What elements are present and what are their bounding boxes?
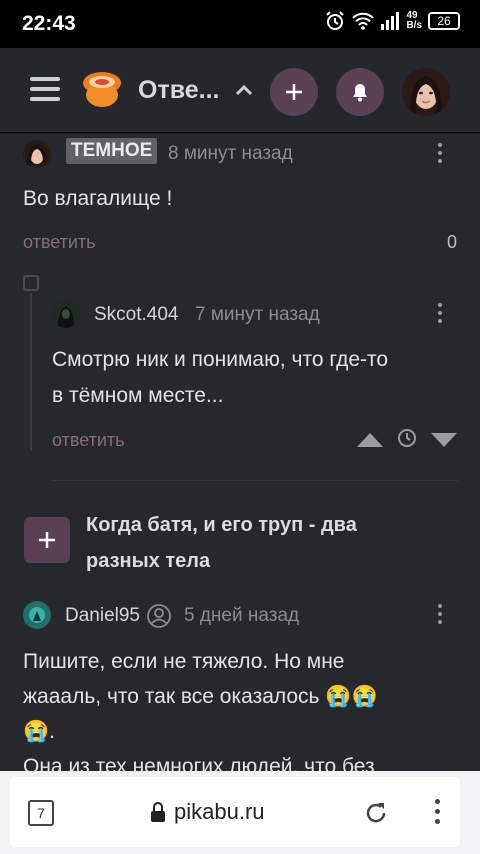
reply-link[interactable]: ответить (52, 430, 125, 451)
more-options-icon[interactable] (437, 604, 443, 628)
comment-text-line: Пишите, если не тяжело. Но мне (23, 650, 345, 673)
url-text[interactable]: pikabu.ru (174, 799, 265, 825)
status-icons: 49 B/s 26 (324, 10, 460, 32)
comment-text-line: Смотрю ник и понимаю, что где-то (52, 348, 389, 371)
comment-time: 8 минут назад (168, 143, 293, 164)
plus-icon (286, 84, 302, 100)
username-tag[interactable]: ТЕМНОЕ (66, 138, 158, 164)
comment-time: 7 минут назад (195, 304, 320, 325)
divider (52, 480, 458, 481)
comment-text-line: 😭. (23, 720, 55, 743)
post-title-link[interactable]: Когда батя, и его труп - два разных тела (86, 507, 416, 579)
comment-avatar[interactable] (23, 140, 51, 168)
downvote-icon[interactable] (429, 431, 459, 449)
more-options-icon[interactable] (437, 303, 443, 327)
notifications-button[interactable] (336, 68, 384, 116)
status-time: 22:43 (22, 12, 76, 35)
add-post-button[interactable] (270, 68, 318, 116)
upvote-icon[interactable] (355, 431, 385, 449)
post-title-line: Когда батя, и его труп - два (86, 514, 357, 536)
comment-time: 5 дней назад (184, 605, 300, 626)
bell-icon (353, 84, 367, 102)
user-avatar[interactable] (402, 68, 450, 116)
clock-icon (398, 429, 416, 447)
wifi-icon (352, 12, 375, 30)
more-options-icon[interactable] (437, 143, 443, 167)
comment-username[interactable]: Daniel95 (65, 605, 140, 627)
chevron-up-icon[interactable] (234, 80, 254, 100)
signal-icon (381, 12, 400, 30)
menu-icon[interactable] (30, 77, 60, 101)
network-speed: 49 B/s (406, 11, 422, 31)
page-title: Отве... (138, 76, 220, 104)
post-title-line: разных тела (86, 550, 211, 572)
comment-avatar[interactable] (52, 300, 80, 328)
plus-icon (39, 532, 55, 548)
browser-toolbar: 7 pikabu.ru (0, 771, 480, 854)
reply-link[interactable]: ответить (23, 232, 96, 253)
comment-text: Во влагалище ! (23, 187, 173, 210)
comment-avatar[interactable] (23, 601, 51, 629)
comment-username[interactable]: Skcot.404 (94, 304, 179, 326)
comments-feed[interactable]: ТЕМНОЕ 8 минут назад Во влагалище ! отве… (0, 133, 480, 771)
comment-score: 0 (447, 232, 458, 252)
browser-menu-icon[interactable] (434, 799, 440, 829)
comment-text-line: Она из тех немногих людей, что без (23, 755, 375, 771)
alarm-icon (326, 11, 345, 30)
expand-post-button[interactable] (24, 517, 70, 563)
address-bar[interactable]: 7 pikabu.ru (10, 777, 460, 847)
status-bar: 22:43 49 B/s 26 (0, 0, 480, 48)
battery-icon: 26 (428, 12, 460, 30)
comment-text-line: в тёмном месте... (52, 384, 224, 407)
lock-icon[interactable] (150, 801, 166, 823)
network-speed-unit: B/s (406, 20, 422, 31)
reload-icon[interactable] (362, 799, 390, 827)
app-header: Отве... (0, 48, 480, 132)
pikabu-logo[interactable] (80, 69, 124, 109)
tabs-button[interactable]: 7 (28, 800, 54, 826)
comment-text-line: жаааль, что так все оказалось 😭😭 (23, 685, 378, 708)
user-icon (147, 604, 171, 628)
collapse-thread-button[interactable] (23, 275, 39, 291)
thread-line[interactable] (30, 293, 32, 451)
